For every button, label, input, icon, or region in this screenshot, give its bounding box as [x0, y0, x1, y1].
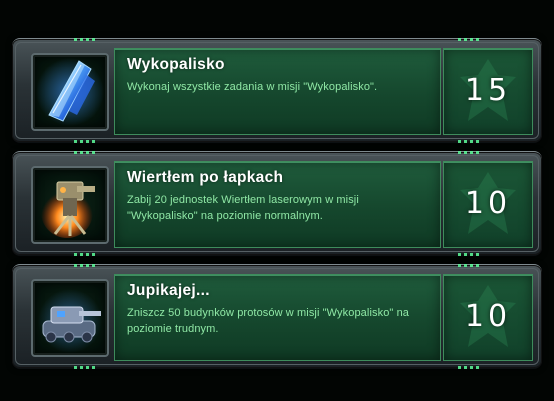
achievement-text-panel: Jupikajej... Zniszcz 50 budynków protosó… — [114, 274, 441, 361]
achievement-points: 15 — [464, 73, 512, 108]
achievement-title: Wykopalisko — [127, 56, 225, 73]
achievement-card[interactable]: Jupikajej... Zniszcz 50 budynków protosó… — [12, 264, 542, 369]
frame-lights — [458, 38, 480, 41]
frame-lights — [458, 366, 480, 369]
achievement-card[interactable]: Wykopalisko Wykonaj wszystkie zadania w … — [12, 38, 542, 143]
achievement-description: Wykonaj wszystkie zadania w misji "Wykop… — [127, 81, 378, 93]
achievement-title: Wiertłem po łapkach — [127, 169, 284, 186]
achievement-points-panel: 15 — [443, 48, 533, 135]
frame-lights — [74, 264, 96, 267]
frame-lights — [74, 151, 96, 154]
blue-crystal-shard-icon — [31, 53, 109, 131]
achievement-title: Jupikajej... — [127, 282, 210, 299]
frame-lights — [74, 366, 96, 369]
frame-lights — [74, 38, 96, 41]
achievement-description: Zabij 20 jednostek Wiertłem laserowym w … — [127, 194, 359, 222]
achievement-text-panel: Wiertłem po łapkach Zabij 20 jednostek W… — [114, 161, 441, 248]
achievement-points: 10 — [464, 299, 512, 334]
achievement-text-panel: Wykopalisko Wykonaj wszystkie zadania w … — [114, 48, 441, 135]
siege-tank-icon — [31, 279, 109, 357]
frame-lights — [74, 253, 96, 256]
achievement-points-panel: 10 — [443, 161, 533, 248]
achievement-points-panel: 10 — [443, 274, 533, 361]
achievement-list: Wykopalisko Wykonaj wszystkie zadania w … — [0, 0, 554, 401]
frame-lights — [458, 264, 480, 267]
achievement-description: Zniszcz 50 budynków protosów w misji "Wy… — [127, 307, 410, 335]
frame-lights — [458, 253, 480, 256]
achievement-card[interactable]: Wiertłem po łapkach Zabij 20 jednostek W… — [12, 151, 542, 256]
frame-lights — [458, 151, 480, 154]
laser-drill-icon — [31, 166, 109, 244]
frame-lights — [74, 140, 96, 143]
frame-lights — [458, 140, 480, 143]
achievement-points: 10 — [464, 186, 512, 221]
